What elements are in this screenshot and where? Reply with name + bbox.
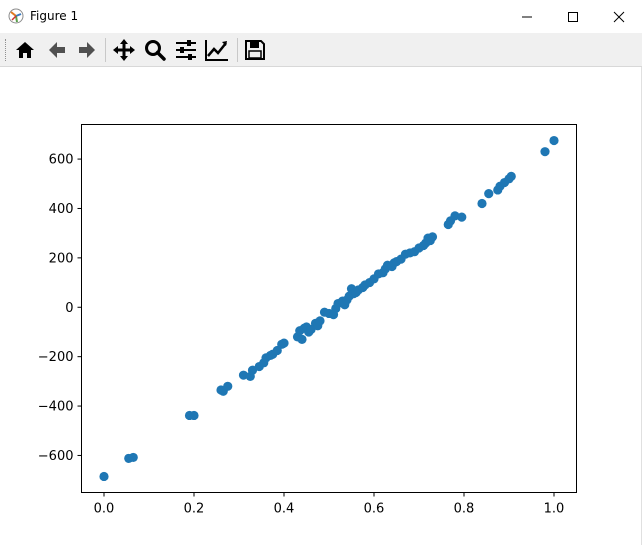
close-icon [613,11,625,22]
toolbar-separator [237,38,238,62]
x-tick-label: 0.2 [184,502,205,517]
close-button[interactable] [596,0,642,33]
y-tick-label: 600 [49,153,74,168]
sliders-icon [176,40,196,60]
x-axis-ticks: 0.0 0.2 0.4 0.6 0.8 1.0 [94,492,565,517]
data-point [484,189,494,199]
home-button[interactable] [12,37,38,63]
data-point [99,471,109,482]
data-point [279,338,289,348]
data-point [128,452,138,463]
data-point [540,147,550,157]
y-tick-label: 200 [49,251,74,266]
maximize-button[interactable] [550,0,596,33]
data-point [506,171,516,181]
y-tick-label: −600 [38,449,74,464]
data-point [477,198,487,209]
move-icon [113,39,135,61]
title-bar: Figure 1 [0,0,642,33]
y-tick-label: −400 [38,400,74,415]
data-point [427,232,438,242]
subplots-button[interactable] [173,37,199,63]
edit-axes-button[interactable] [204,37,230,63]
y-tick-label: 400 [49,202,74,217]
minimize-button[interactable] [504,0,550,33]
scatter-plot[interactable]: 0.0 0.2 0.4 0.6 0.8 1.0 −600 −400 −200 0 200 400 60… [0,67,642,545]
toolbar-separator [105,38,106,62]
maximize-icon [568,11,578,22]
data-point [315,316,325,326]
back-button[interactable] [44,37,70,63]
arrow-left-icon [49,42,65,58]
y-tick-label: −200 [38,350,74,365]
navigation-toolbar [0,33,642,67]
data-point [457,212,467,222]
floppy-disk-icon [245,40,265,60]
x-tick-label: 0.0 [94,502,115,517]
minimize-icon [522,16,532,17]
arrow-right-icon [79,42,95,58]
figure-canvas[interactable]: 0.0 0.2 0.4 0.6 0.8 1.0 −600 −400 −200 0 200 400 60… [0,67,642,545]
magnifier-icon [145,40,166,61]
matplotlib-logo-icon [8,8,24,24]
pan-button[interactable] [111,37,137,63]
x-tick-label: 0.8 [454,502,475,517]
y-tick-label: 0 [65,301,73,316]
data-point [189,410,199,421]
data-point [549,135,559,146]
x-tick-label: 0.6 [364,502,385,517]
data-point [223,381,233,391]
y-axis-ticks: −600 −400 −200 0 200 400 600 [38,153,82,464]
data-points [99,135,559,482]
x-tick-label: 0.4 [274,502,295,517]
toolbar-grip[interactable] [5,39,8,61]
data-point [297,334,307,344]
zoom-button[interactable] [142,37,168,63]
home-icon [16,42,34,58]
x-tick-label: 1.0 [544,502,565,517]
line-chart-icon [205,40,228,61]
save-button[interactable] [242,37,268,63]
forward-button[interactable] [74,37,100,63]
window-title: Figure 1 [30,9,79,23]
